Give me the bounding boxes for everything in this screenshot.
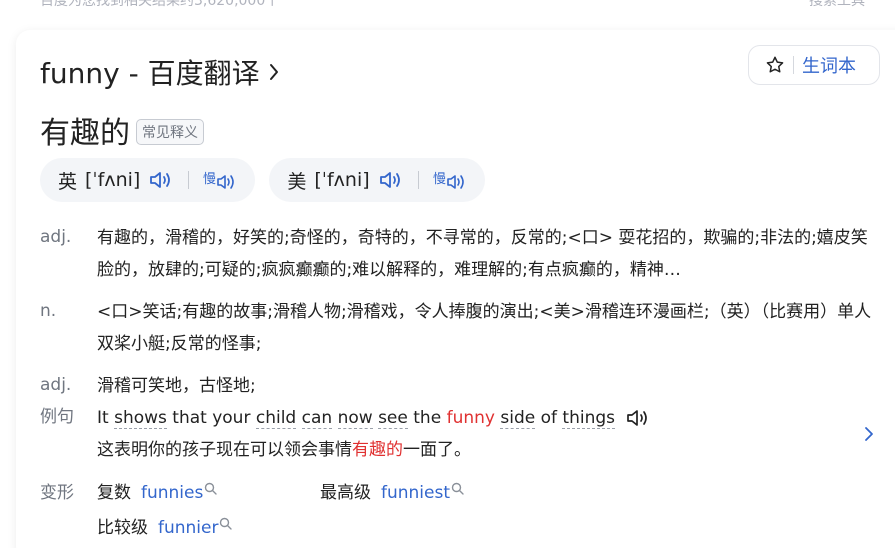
definition-text: <口>笑话;有趣的故事;滑稽人物;滑稽戏，令人捧腹的演出;<美>滑稽连环漫画栏;… <box>97 302 872 354</box>
part-of-speech: n. <box>40 301 57 321</box>
pronunciation-row: 英 [ˈfʌni] 慢 美 [ˈfʌni] 慢 <box>40 158 499 202</box>
vocab-book-button[interactable]: 生词本 <box>748 45 880 85</box>
example-highlight-word: funny <box>446 408 495 428</box>
part-of-speech: adj. <box>40 375 72 395</box>
definition-item: adj. 滑稽可笑地，古怪地; <box>40 370 880 402</box>
example-word-link[interactable]: can <box>301 408 333 429</box>
example-chinese: 这表明你的孩子现在可以领会事情有趣的一面了。 <box>97 434 650 466</box>
speaker-icon[interactable] <box>626 408 650 428</box>
example-body: It shows that your child can now see the… <box>97 402 650 466</box>
headword-row: 有趣的 常见释义 <box>40 108 204 152</box>
form-value-link[interactable]: funnier <box>158 518 218 538</box>
form-value-link[interactable]: funnies <box>141 483 203 503</box>
example-word-link[interactable]: things <box>562 408 615 429</box>
example-word: of <box>540 408 557 428</box>
top-strip: 百度为您找到相关结果约3,620,000个 搜索工具 <box>40 0 895 10</box>
pron-lang-label: 美 <box>287 170 307 193</box>
form-key: 比较级 <box>97 518 148 538</box>
example-zh-text: 这表明你的孩子现在可以领会事情 <box>97 440 352 460</box>
speaker-icon[interactable] <box>378 169 404 191</box>
forms-label: 变形 <box>40 483 74 503</box>
search-tools-link[interactable]: 搜索工具 <box>809 0 865 10</box>
example-word: It <box>97 408 109 428</box>
form-item: 复数 funnies <box>97 478 218 508</box>
pronunciation-uk: 英 [ˈfʌni] 慢 <box>40 158 256 202</box>
pron-ipa: [ˈfʌni] <box>314 169 370 191</box>
magnifier-icon[interactable] <box>219 517 233 530</box>
example-word-link[interactable]: child <box>255 408 297 429</box>
example-word: the <box>413 408 442 428</box>
form-key: 最高级 <box>320 483 371 503</box>
card-title-link[interactable]: funny - 百度翻译 <box>40 52 280 92</box>
result-count: 百度为您找到相关结果约3,620,000个 <box>40 0 280 9</box>
example-label: 例句 <box>40 407 74 427</box>
arrow-right-icon[interactable] <box>862 424 876 444</box>
definition-item: n. <口>笑话;有趣的故事;滑稽人物;滑稽戏，令人捧腹的演出;<美>滑稽连环漫… <box>40 296 880 360</box>
divider <box>417 171 419 189</box>
headword: 有趣的 <box>40 116 130 151</box>
form-item: 最高级 funniest <box>320 478 464 508</box>
speaker-icon[interactable] <box>148 169 174 191</box>
definition-text: 滑稽可笑地，古怪地; <box>97 376 256 396</box>
pron-ipa: [ˈfʌni] <box>85 169 141 191</box>
pronunciation-us: 美 [ˈfʌni] 慢 <box>269 158 485 202</box>
form-item: 比较级 funnier <box>97 513 233 543</box>
definition-item: adj. 有趣的，滑稽的，好笑的;奇怪的，奇特的，不寻常的，反常的;<口> 耍花… <box>40 222 880 286</box>
divider <box>188 171 190 189</box>
example-zh-highlight: 有趣的 <box>352 440 403 460</box>
definition-text: 有趣的，滑稽的，好笑的;奇怪的，奇特的，不寻常的，反常的;<口> 耍花招的，欺骗… <box>97 228 868 280</box>
magnifier-icon[interactable] <box>204 482 218 495</box>
example-word-link[interactable]: see <box>378 408 408 429</box>
example-word: that your <box>172 408 251 428</box>
example-word-link[interactable]: side <box>500 408 536 429</box>
magnifier-icon[interactable] <box>451 482 464 495</box>
definitions-list: adj. 有趣的，滑稽的，好笑的;奇怪的，奇特的，不寻常的，反常的;<口> 耍花… <box>40 222 880 402</box>
example-zh-text: 一面了。 <box>403 440 471 460</box>
chevron-right-icon <box>269 64 278 80</box>
slow-speaker-icon[interactable]: 慢 <box>433 168 467 192</box>
example-sentence: 例句 It shows that your child can now see … <box>40 402 880 466</box>
divider <box>793 56 794 74</box>
svg-text:慢: 慢 <box>203 171 216 187</box>
card-title[interactable]: funny - 百度翻译 <box>40 52 260 92</box>
star-icon <box>766 56 784 73</box>
slow-speaker-icon[interactable]: 慢 <box>203 168 237 192</box>
example-english: It shows that your child can now see the… <box>97 402 650 434</box>
example-word-link[interactable]: now <box>337 408 373 429</box>
pron-lang-label: 英 <box>58 170 78 193</box>
form-value-link[interactable]: funniest <box>381 483 450 503</box>
example-word-link[interactable]: shows <box>114 408 167 429</box>
form-key: 复数 <box>97 483 131 503</box>
vocab-book-label: 生词本 <box>802 56 856 77</box>
svg-text:慢: 慢 <box>433 171 446 187</box>
common-meaning-badge: 常见释义 <box>136 119 204 145</box>
part-of-speech: adj. <box>40 227 72 247</box>
